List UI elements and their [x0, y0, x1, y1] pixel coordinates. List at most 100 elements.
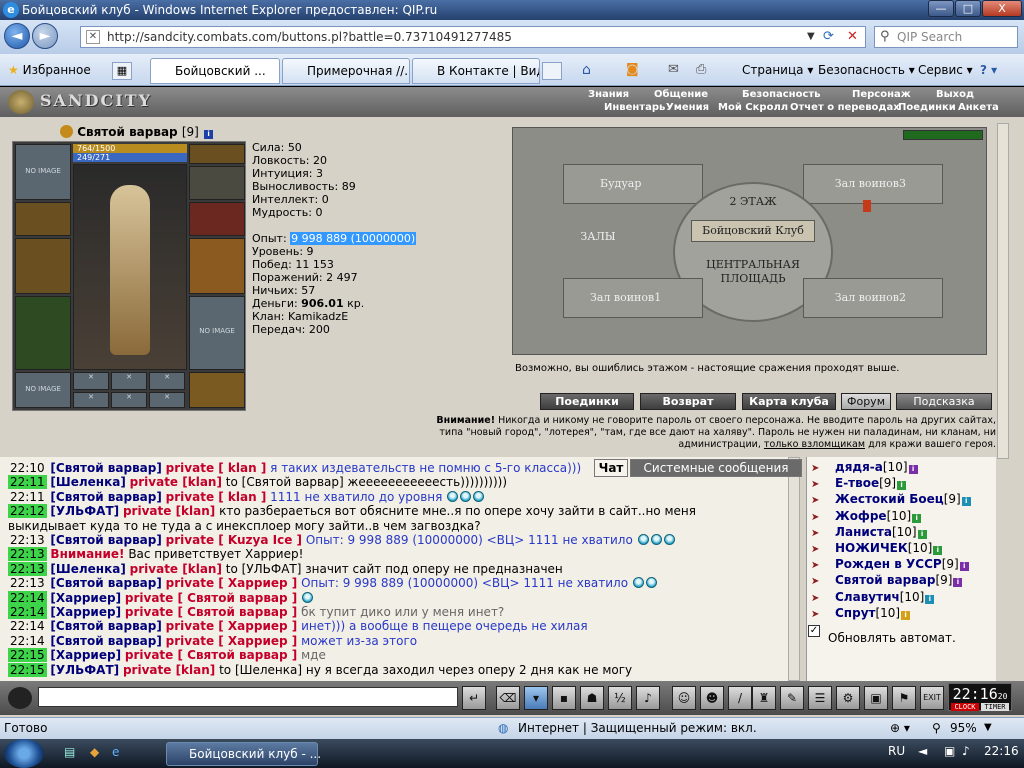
room-central-square[interactable]: ЦЕНТРАЛЬНАЯ ПЛОЩАДЬ — [693, 256, 813, 290]
user-name[interactable]: Спрут — [835, 606, 875, 620]
online-user[interactable]: ➤ Святой варвар[9] i — [811, 572, 963, 588]
chat-avatar-icon[interactable] — [8, 687, 32, 709]
chat-private-tag[interactable]: private [klan] — [123, 504, 215, 518]
zoom-icon[interactable]: ⚲ — [932, 718, 941, 738]
chat-private-tag[interactable]: private [ Святой варвар ] — [125, 591, 297, 605]
minimize-button[interactable]: — — [928, 0, 954, 17]
chat-nick[interactable]: [УЛЬФАТ] — [50, 663, 119, 677]
rune-slot-5[interactable]: ✕ — [111, 392, 147, 408]
close-window-button[interactable]: X — [982, 0, 1022, 17]
menu-transfer-report[interactable]: Отчет о переводах — [790, 102, 900, 113]
user-name[interactable]: Жестокий Боец — [835, 492, 944, 506]
online-user[interactable]: ➤ Жофре[10] i — [811, 508, 922, 524]
helmet-slot[interactable]: NO IMAGE — [15, 144, 71, 200]
chat-private-tag[interactable]: private [ Святой варвар ] — [125, 605, 297, 619]
filter-icon[interactable]: ▾ — [524, 686, 548, 710]
rune-slot-2[interactable]: ✕ — [111, 372, 147, 390]
armor-slot[interactable] — [15, 296, 71, 370]
menu-skills[interactable]: Умения — [666, 102, 709, 113]
chat-time[interactable]: 22:10 — [8, 461, 47, 475]
leggings-slot[interactable]: NO IMAGE — [189, 296, 245, 370]
chat-time[interactable]: 22:15 — [8, 648, 47, 663]
chat-private-tag[interactable]: private [ Святой варвар ] — [125, 648, 297, 662]
timer-tab[interactable]: TIMER — [981, 703, 1009, 711]
favorites-button[interactable]: ★ Избранное — [8, 60, 91, 80]
fighter-icon[interactable]: ☗ — [580, 686, 604, 710]
chat-nick[interactable]: [Святой варвар] — [50, 619, 161, 633]
rune-slot-4[interactable]: ✕ — [73, 392, 109, 408]
bracer-slot[interactable] — [15, 202, 71, 236]
room-floor-2[interactable]: 2 ЭТАЖ — [703, 194, 803, 212]
user-name[interactable]: дядя-а — [835, 460, 883, 474]
duels-button[interactable]: Поединки — [540, 393, 634, 410]
gloves-slot[interactable] — [189, 202, 245, 236]
tab-fight-club[interactable]: Бойцовский ... — [150, 58, 280, 84]
page-menu[interactable]: Страница ▾ — [742, 60, 813, 80]
chat-time[interactable]: 22:13 — [8, 533, 47, 547]
speed-icon[interactable]: ½ — [608, 686, 632, 710]
room-boudoir[interactable]: Будуар — [563, 164, 703, 204]
chat-private-tag[interactable]: private [klan] — [123, 663, 215, 677]
help-icon[interactable]: ? ▾ — [980, 60, 997, 80]
info-icon[interactable]: i — [204, 130, 214, 139]
menu-inventory[interactable]: Инвентарь — [604, 102, 665, 113]
dropdown-icon[interactable]: ▼ — [807, 27, 815, 47]
user-name[interactable]: Жофре — [835, 509, 887, 523]
bag-icon[interactable]: ♜ — [752, 686, 776, 710]
room-fight-club[interactable]: Бойцовский Клуб — [691, 220, 815, 242]
user-info-icon[interactable]: i — [901, 610, 911, 620]
online-user[interactable]: ➤ Е-твое[9] i — [811, 475, 907, 491]
user-name[interactable]: Ланиста — [835, 525, 892, 539]
chat-time[interactable]: 22:14 — [8, 634, 47, 648]
show-desktop-icon[interactable]: ▤ — [64, 745, 75, 759]
room-warriors-2[interactable]: Зал воинов2 — [803, 278, 943, 318]
taskbar-item-browser[interactable]: Бойцовский клуб - ... — [166, 742, 321, 766]
chat-input[interactable] — [38, 687, 458, 707]
tools-menu[interactable]: Сервис ▾ — [918, 60, 973, 80]
home-icon[interactable]: ⌂ — [582, 60, 591, 80]
chat-time[interactable]: 22:13 — [8, 576, 47, 590]
amulet-slot[interactable] — [189, 166, 245, 200]
chat-private-tag[interactable]: private [ Kuzya Ice ] — [166, 533, 302, 547]
user-info-icon[interactable]: i — [933, 546, 943, 555]
url-input[interactable]: ✕ http://sandcity.combats.com/buttons.pl… — [80, 26, 866, 48]
volume-icon[interactable]: ♪ — [962, 744, 970, 758]
mask-icon[interactable]: ☻ — [700, 686, 724, 710]
chat-nick[interactable]: [Святой варвар] — [50, 576, 161, 590]
earring-slot[interactable] — [189, 144, 245, 164]
chat-time[interactable]: 22:14 — [8, 619, 47, 633]
user-name[interactable]: Е-твое — [835, 476, 879, 490]
chat-nick[interactable]: [Святой варвар] — [50, 533, 161, 547]
online-user[interactable]: ➤ Ланиста[10] i — [811, 524, 927, 540]
forum-button[interactable]: Форум — [841, 393, 891, 410]
shield-slot[interactable] — [189, 238, 245, 294]
chat-time[interactable]: 22:14 — [8, 590, 47, 605]
chat-time[interactable]: 22:11 — [8, 475, 47, 490]
online-user[interactable]: ➤ НОЖИЧЕК[10] i — [811, 540, 943, 556]
room-warriors-1[interactable]: Зал воинов1 — [563, 278, 703, 318]
zoom-level[interactable]: 95% — [950, 718, 977, 738]
chat-private-tag[interactable]: private [klan] — [130, 562, 222, 576]
character-avatar[interactable] — [73, 164, 187, 370]
auto-update-checkbox[interactable]: ✓ — [808, 625, 820, 637]
new-tab-button[interactable] — [542, 62, 562, 80]
tray-arrow-icon[interactable]: ◄ — [918, 744, 927, 758]
user-info-icon[interactable]: i — [897, 481, 907, 491]
chat-nick[interactable]: [УЛЬФАТ] — [50, 504, 119, 518]
online-user[interactable]: ➤ Спрут[10] i — [811, 605, 911, 621]
user-info-icon[interactable]: i — [959, 562, 969, 572]
rss-icon[interactable]: ◙ — [626, 60, 639, 80]
refresh-icon[interactable]: ⟳ — [823, 27, 834, 47]
scroll-icon[interactable]: ✎ — [780, 686, 804, 710]
zoom-dropdown-icon[interactable]: ▼ — [984, 718, 992, 738]
return-button[interactable]: Возврат — [640, 393, 736, 410]
security-menu[interactable]: Безопасность ▾ — [818, 60, 915, 80]
menu-duels[interactable]: Поединки — [898, 102, 956, 113]
flag-icon[interactable]: ⚑ — [892, 686, 916, 710]
language-indicator[interactable]: RU — [888, 744, 905, 758]
search-input[interactable]: ⚲ QIP Search — [874, 26, 1018, 48]
online-user[interactable]: ➤ дядя-а[10] i — [811, 459, 918, 475]
chat-private-tag[interactable]: private [ Харриер ] — [166, 634, 298, 648]
brush-icon[interactable]: / — [728, 686, 752, 710]
online-user[interactable]: ➤ Рожден в УССР[9] i — [811, 556, 969, 572]
